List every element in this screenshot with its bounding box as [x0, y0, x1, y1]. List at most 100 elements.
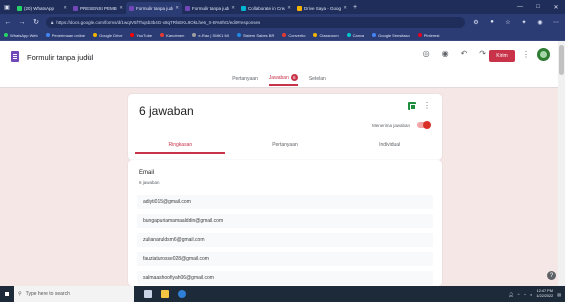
- tab-question[interactable]: Pertanyaan: [240, 142, 330, 154]
- browser-tab[interactable]: Formulir tanpa judul ✕: [182, 2, 238, 14]
- bookmark-favicon-icon: [346, 33, 351, 37]
- bookmark-item[interactable]: Canva: [346, 32, 365, 38]
- tab-favicon-icon: [297, 5, 302, 11]
- browser-tab[interactable]: (20) WhatsApp ✕: [14, 2, 70, 14]
- tab-settings[interactable]: Setelan: [309, 74, 326, 86]
- tab-close-icon[interactable]: ✕: [287, 5, 291, 11]
- bookmark-item[interactable]: Pinterest: [417, 33, 440, 38]
- bookmark-item[interactable]: YouTube: [130, 33, 152, 38]
- bookmark-label: Penerimaan online: [51, 32, 86, 38]
- help-icon[interactable]: ?: [547, 271, 556, 280]
- tab-responses[interactable]: Jawaban 6: [268, 74, 298, 86]
- preview-eye-icon[interactable]: ◉: [442, 49, 449, 58]
- window-menu-icon[interactable]: ▣: [0, 0, 14, 14]
- response-item: fauziaturosse028@gmail.com: [137, 252, 433, 266]
- tab-label: Formulir tanpa judul: [136, 5, 174, 11]
- bookmark-item[interactable]: WhatsApp Web: [4, 33, 38, 38]
- clock[interactable]: 12:47 PM 1/22/2022: [536, 289, 553, 299]
- tab-individual[interactable]: Individual: [345, 142, 435, 154]
- bookmark-label: Google Drive: [99, 32, 123, 38]
- tab-questions[interactable]: Pertanyaan: [232, 74, 258, 86]
- browser-tab[interactable]: Formulir tanpa judul ✕: [126, 2, 182, 14]
- bookmark-item[interactable]: Google Sensitaso: [372, 33, 410, 38]
- tab-close-icon[interactable]: ✕: [119, 5, 123, 11]
- star-icon[interactable]: ☆: [85, 52, 92, 61]
- browser-tab[interactable]: Collaborate in Creati ✕: [238, 2, 294, 14]
- undo-icon[interactable]: ↶: [461, 49, 468, 58]
- windows-taskbar: ⚲ Type here to search 👤︎ ^ ◔ ◖ 12:47 PM …: [0, 286, 565, 302]
- bookmark-item[interactable]: Convertio: [282, 33, 305, 38]
- tab-close-icon[interactable]: ✕: [343, 5, 347, 11]
- maximize-icon[interactable]: □: [529, 0, 547, 14]
- taskbar-search-field[interactable]: ⚲ Type here to search: [14, 286, 134, 302]
- bookmark-item[interactable]: Sistem Sabes BR: [236, 33, 274, 38]
- bookmark-item[interactable]: Penerimaan online: [45, 32, 86, 38]
- tab-favicon-icon: [185, 5, 190, 11]
- windows-start-icon[interactable]: [0, 286, 14, 302]
- notifications-icon[interactable]: ▤: [557, 292, 561, 297]
- back-icon[interactable]: ←: [4, 19, 12, 26]
- browser-menu-icon[interactable]: ⋯: [551, 19, 561, 26]
- bookmark-favicon-icon: [93, 33, 98, 37]
- forward-icon[interactable]: →: [18, 19, 26, 26]
- task-view-icon[interactable]: [144, 290, 152, 298]
- tab-summary[interactable]: Ringkasan: [135, 142, 226, 154]
- browser-tab[interactable]: PRESENSI PEMBELAJ✕: [70, 2, 126, 14]
- google-forms-icon[interactable]: [11, 51, 19, 62]
- bookmark-star-icon[interactable]: ☆: [503, 19, 513, 26]
- browser-tab[interactable]: Drive Saya - Google ✕: [294, 2, 350, 14]
- extensions-puzzle-icon[interactable]: ✦: [519, 19, 529, 26]
- form-tabs: Pertanyaan Jawaban 6 Setelan: [0, 74, 558, 86]
- bookmark-item[interactable]: Google Drive: [93, 33, 122, 38]
- redo-icon[interactable]: ↷: [479, 49, 486, 58]
- google-sheets-icon[interactable]: [408, 102, 416, 110]
- system-tray: 👤︎ ^ ◔ ◖ 12:47 PM 1/22/2022 ▤: [509, 286, 565, 302]
- send-button[interactable]: Kirim: [489, 50, 515, 62]
- tab-close-icon[interactable]: ✕: [63, 5, 67, 11]
- response-item: bungapuriamamaalddin@gmail.com: [137, 214, 433, 228]
- reload-icon[interactable]: ↻: [32, 18, 40, 26]
- scrollbar-thumb[interactable]: [559, 45, 564, 75]
- answer-count: 6 jawaban: [139, 180, 160, 185]
- new-tab-button[interactable]: +: [350, 4, 360, 11]
- clock-date: 1/22/2022: [536, 294, 554, 298]
- lock-icon: 🔒︎: [51, 19, 54, 25]
- more-options-icon[interactable]: ⋮: [423, 101, 431, 110]
- profile-icon[interactable]: ◉: [535, 19, 545, 26]
- bookmark-favicon-icon: [4, 33, 8, 37]
- response-item: salmaashoofiyah06@gmail.com: [137, 271, 433, 285]
- people-icon[interactable]: 👤︎: [509, 292, 514, 297]
- tray-overflow-icon[interactable]: ^: [518, 292, 520, 297]
- tab-label: PRESENSI PEMBELAJ: [80, 5, 117, 11]
- tab-close-icon[interactable]: ✕: [231, 5, 235, 11]
- extension-icon[interactable]: ●: [487, 19, 497, 25]
- responses-count-badge: 6: [290, 74, 298, 81]
- url-field[interactable]: 🔒︎ https://docs.google.com/forms/d/1wqIV…: [46, 16, 465, 28]
- extension-icon[interactable]: ⚙: [471, 19, 481, 26]
- accepting-responses-toggle[interactable]: [417, 121, 431, 129]
- bookmark-favicon-icon: [130, 33, 135, 37]
- tab-list: (20) WhatsApp✕PRESENSI PEMBELAJ✕Formulir…: [14, 0, 350, 14]
- bookmark-label: Convertio: [288, 32, 306, 38]
- response-item: zulianaruldsm6@gmail.com: [137, 233, 433, 247]
- palette-icon[interactable]: ◎: [423, 49, 430, 58]
- bookmark-label: Kanotmen: [166, 32, 185, 38]
- minimize-icon[interactable]: —: [511, 0, 529, 14]
- volume-icon[interactable]: ◖: [530, 292, 532, 297]
- bookmark-label: Google Sensitaso: [378, 32, 410, 38]
- responses-title: 6 jawaban: [139, 104, 194, 118]
- file-explorer-icon[interactable]: [161, 290, 169, 298]
- bookmark-item[interactable]: Classroom: [313, 33, 339, 38]
- forms-header: Formulir tanpa judul ☆ ◎ ◉ ↶ ↷ Kirim ⋮ P…: [0, 41, 558, 88]
- tab-close-icon[interactable]: ✕: [175, 5, 179, 11]
- network-icon[interactable]: ◔: [523, 292, 525, 297]
- page-scrollbar[interactable]: [558, 41, 565, 286]
- avatar[interactable]: [537, 48, 550, 61]
- bookmark-label: Canva: [352, 32, 365, 38]
- more-options-icon[interactable]: ⋮: [522, 50, 530, 59]
- bookmark-item[interactable]: Kanotmen: [160, 33, 184, 38]
- bookmark-item[interactable]: e-Rao | SMK1 MI: [192, 33, 229, 38]
- close-window-icon[interactable]: ✕: [547, 0, 565, 14]
- form-title[interactable]: Formulir tanpa judul: [27, 53, 93, 62]
- chrome-icon[interactable]: [178, 290, 186, 298]
